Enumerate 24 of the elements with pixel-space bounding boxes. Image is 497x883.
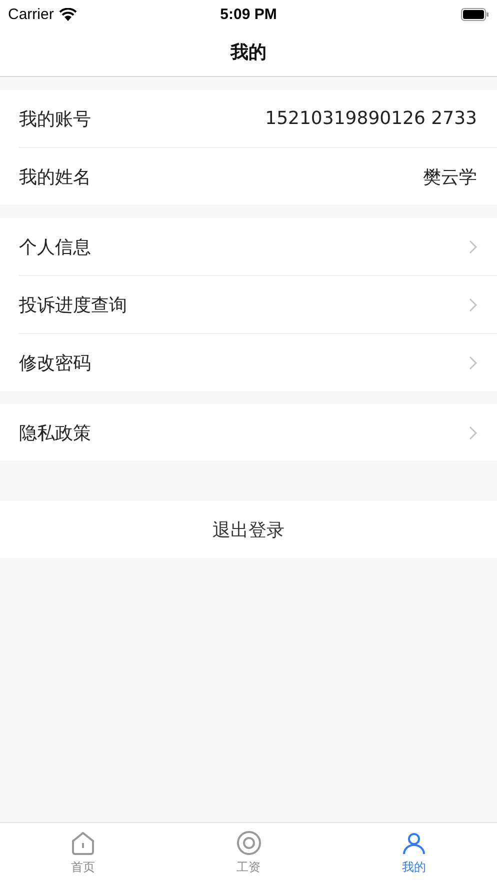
logout-button[interactable]: 退出登录	[0, 501, 497, 558]
tab-item[interactable]: 工资	[166, 823, 332, 883]
menu-item[interactable]: 个人信息	[19, 234, 469, 258]
menu-item[interactable]: 投诉进度查询	[19, 292, 469, 316]
tab-item[interactable]: 首页	[0, 823, 166, 883]
row-value: 樊云学	[423, 166, 477, 188]
tab-item[interactable]: 我的	[331, 823, 497, 883]
menu-item[interactable]: 隐私政策	[19, 420, 469, 444]
home-icon	[70, 830, 96, 856]
row-label: 我的姓名	[19, 166, 92, 188]
clock-time: 5:09 PM	[220, 6, 277, 22]
chevron-right-icon	[469, 240, 477, 254]
page-title: 我的	[230, 41, 266, 64]
chevron-right-icon	[469, 298, 477, 312]
menu-item[interactable]: 修改密码	[19, 350, 469, 374]
chevron-right-icon	[469, 356, 477, 370]
row-label: 我的账号	[19, 108, 92, 130]
person-icon	[401, 830, 428, 856]
chevron-right-icon	[469, 426, 477, 440]
wifi-icon	[58, 8, 77, 20]
row-value: 15210319890126 2733	[265, 108, 477, 129]
carrier-name: Carrier	[8, 6, 54, 22]
battery-icon	[461, 8, 489, 20]
coin-icon	[236, 830, 262, 856]
